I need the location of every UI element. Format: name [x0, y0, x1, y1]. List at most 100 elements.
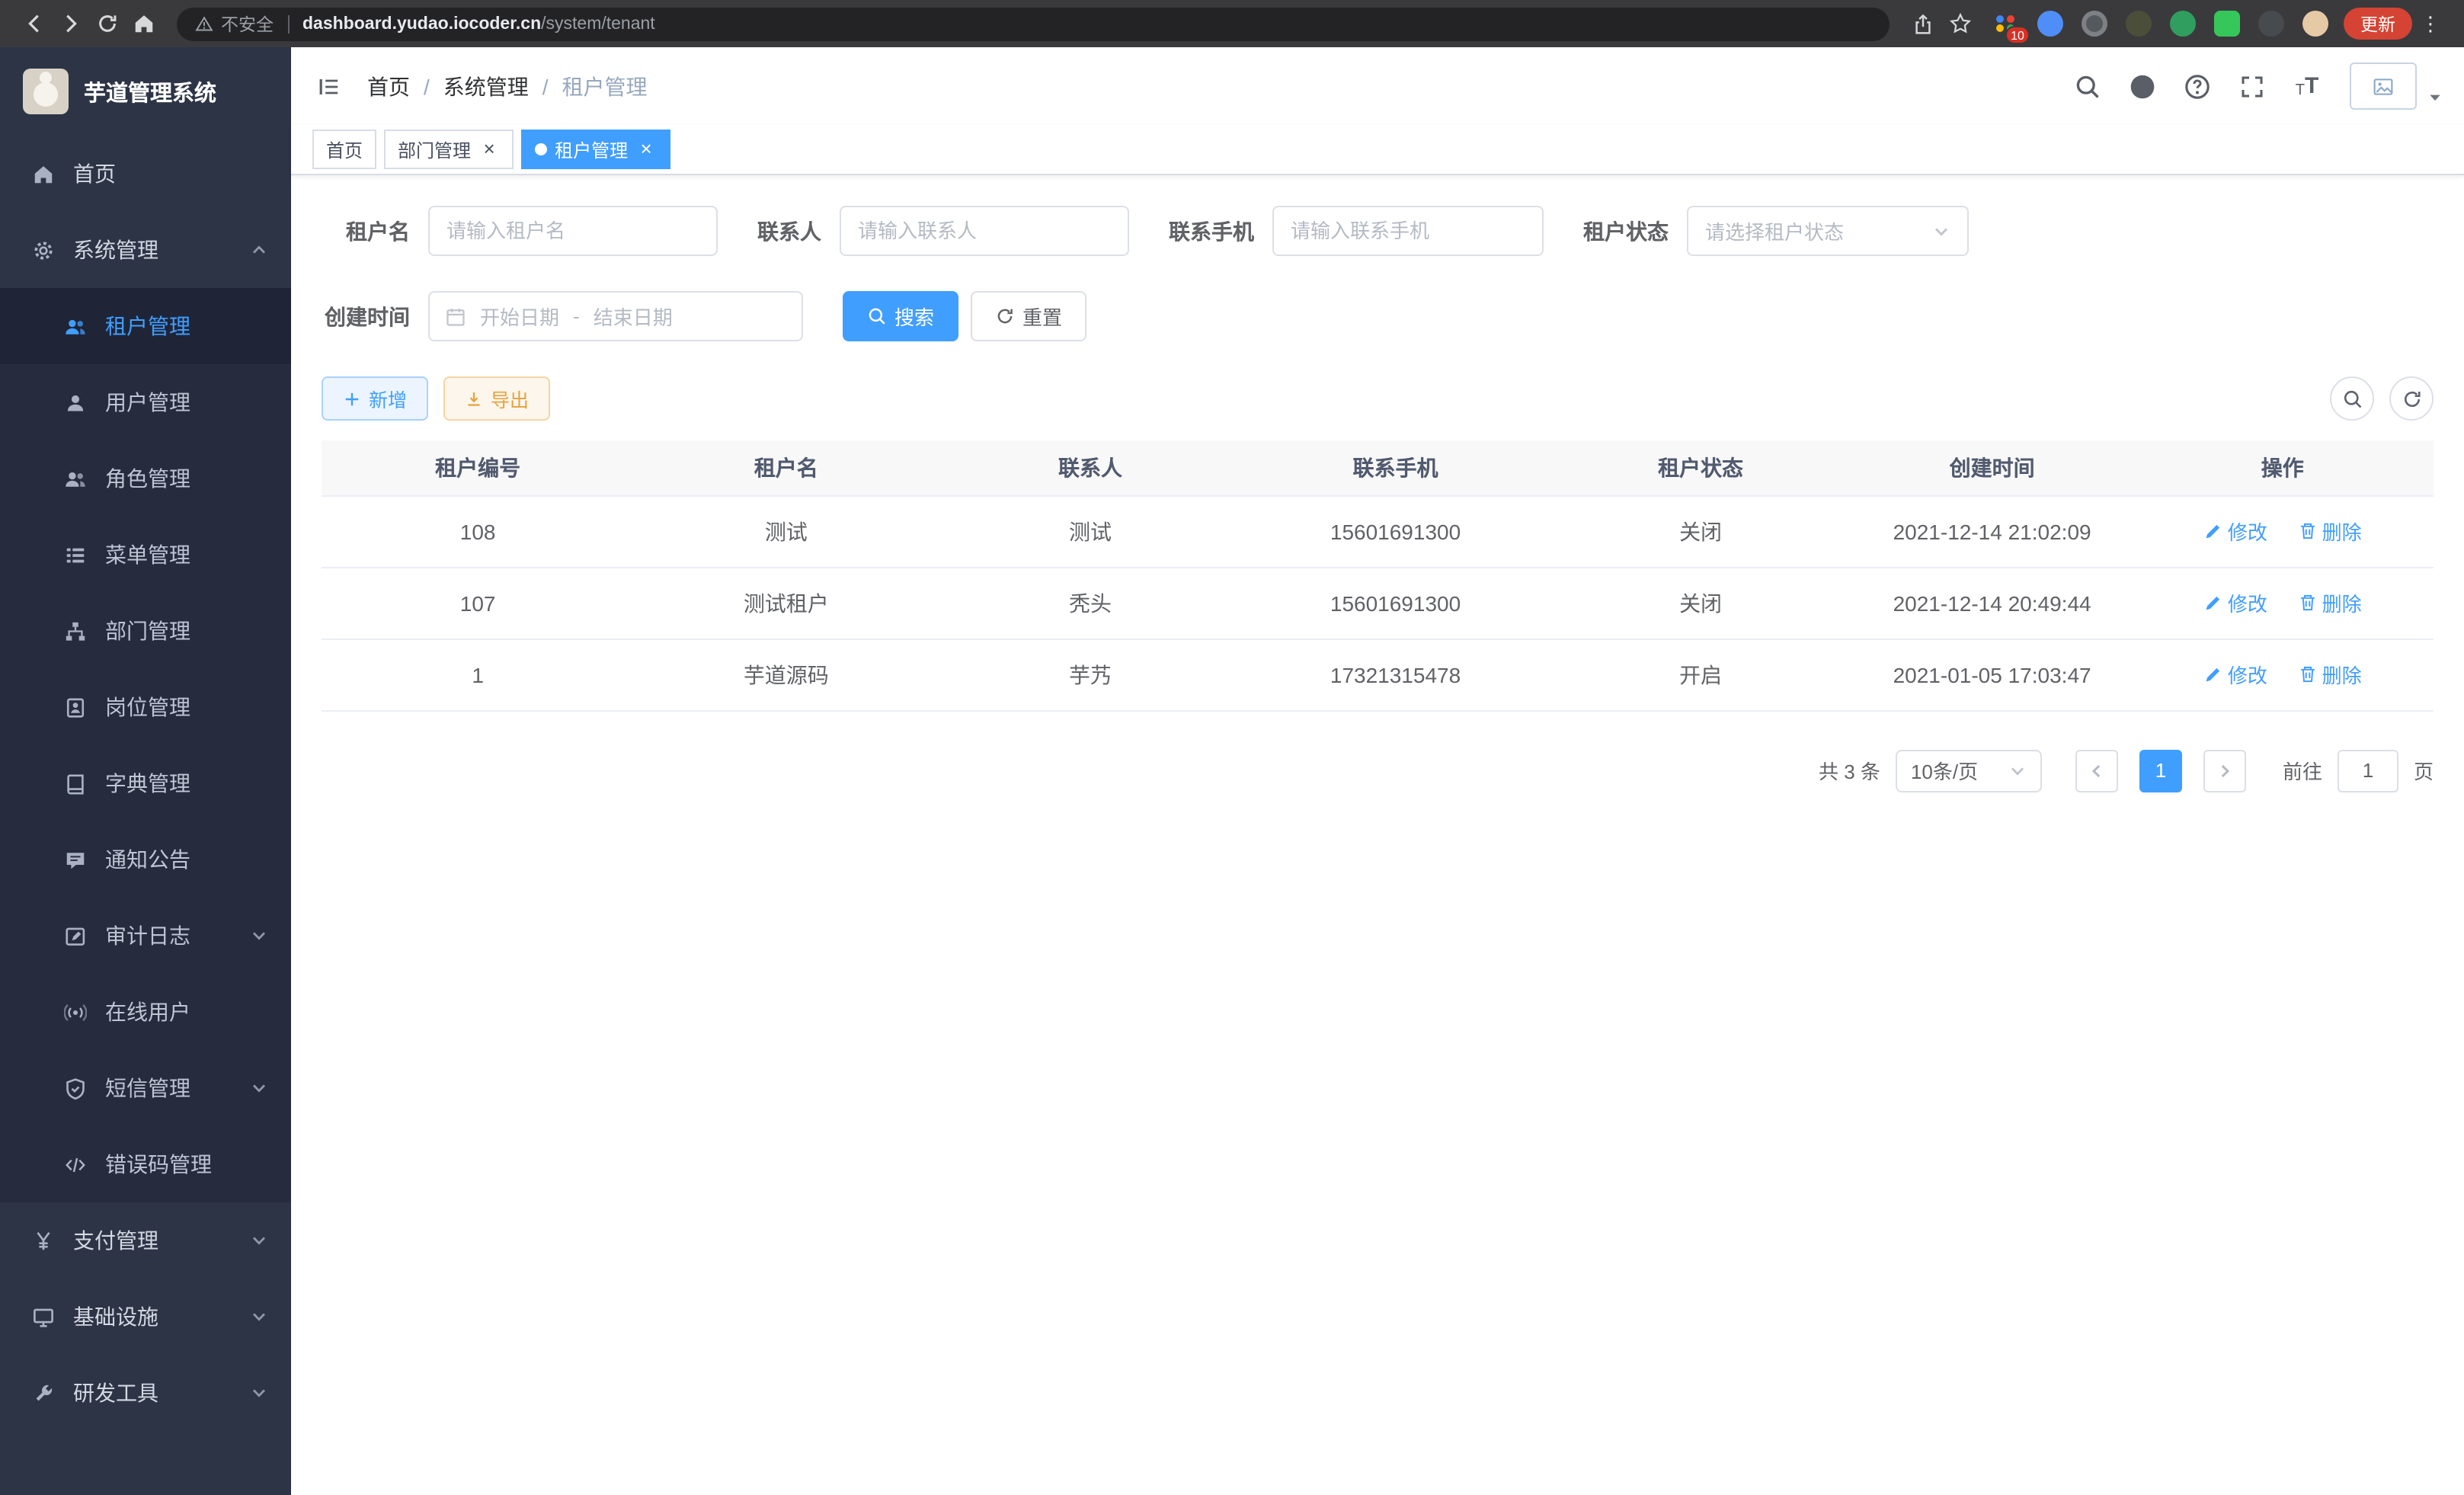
date-end-placeholder: 结束日期 — [594, 302, 673, 331]
caret-down-icon[interactable] — [2427, 89, 2443, 104]
delete-link[interactable]: 删除 — [2298, 588, 2362, 617]
export-button[interactable]: 导出 — [443, 376, 550, 421]
delete-link[interactable]: 删除 — [2298, 517, 2362, 546]
extension-icon-green-circle[interactable] — [2170, 11, 2196, 37]
sidebar-item-dev-tools[interactable]: 研发工具 — [0, 1355, 291, 1431]
sidebar-item-infra[interactable]: 基础设施 — [0, 1279, 291, 1355]
home-icon — [32, 162, 55, 185]
extension-icon-blue[interactable] — [2037, 11, 2063, 37]
delete-link[interactable]: 删除 — [2298, 660, 2362, 689]
refresh-icon — [2401, 388, 2422, 409]
share-icon — [1912, 13, 1934, 34]
chrome-update-button[interactable]: 更新 — [2344, 8, 2412, 40]
url-domain: dashboard.yudao.iocoder.cn — [302, 14, 541, 33]
edit-link[interactable]: 修改 — [2203, 517, 2267, 546]
extension-icon-dark[interactable] — [2258, 11, 2284, 37]
toggle-search-button[interactable] — [2330, 376, 2374, 421]
fullscreen-button[interactable] — [2228, 60, 2277, 112]
avatar[interactable] — [2350, 62, 2417, 110]
table-row: 108 测试 测试 15601691300 关闭 2021-12-14 21:0… — [322, 495, 2434, 567]
chevron-left-icon — [2088, 761, 2106, 780]
browser-forward-button[interactable] — [52, 5, 88, 42]
refresh-table-button[interactable] — [2389, 376, 2434, 421]
create-time-range-picker[interactable]: 开始日期 - 结束日期 — [428, 291, 803, 341]
sidebar-item-post[interactable]: 岗位管理 — [0, 669, 291, 745]
breadcrumb-home[interactable]: 首页 — [367, 71, 410, 101]
back-arrow-icon — [22, 12, 45, 35]
close-icon[interactable]: × — [478, 139, 500, 160]
next-page-button[interactable] — [2203, 749, 2246, 792]
page-size-select[interactable]: 10条/页 — [1896, 749, 2042, 792]
app-logo[interactable]: 芋道管理系统 — [0, 47, 291, 136]
security-warning[interactable]: 不安全 — [195, 11, 274, 36]
browser-back-button[interactable] — [15, 5, 52, 42]
sidebar-item-audit-log[interactable]: 审计日志 — [0, 898, 291, 974]
sidebar-item-sms[interactable]: 短信管理 — [0, 1050, 291, 1126]
sidebar-item-user[interactable]: 用户管理 — [0, 364, 291, 440]
sidebar-item-tenant[interactable]: 租户管理 — [0, 288, 291, 364]
col-status: 租户状态 — [1549, 440, 1853, 495]
page-number-button[interactable]: 1 — [2139, 749, 2182, 792]
edit-link[interactable]: 修改 — [2203, 588, 2267, 617]
tenant-name-input[interactable] — [446, 219, 699, 242]
search-button[interactable]: 搜索 — [843, 291, 958, 341]
trash-icon — [2298, 593, 2318, 613]
browser-home-button[interactable] — [125, 5, 162, 42]
header-search-button[interactable] — [2063, 60, 2112, 112]
sidebar-item-dept[interactable]: 部门管理 — [0, 593, 291, 669]
sidebar-item-online-users[interactable]: 在线用户 — [0, 974, 291, 1050]
col-contact: 联系人 — [938, 440, 1242, 495]
sidebar-item-home[interactable]: 首页 — [0, 136, 291, 212]
sidebar-item-system[interactable]: 系统管理 — [0, 212, 291, 288]
address-bar[interactable]: 不安全 dashboard.yudao.iocoder.cn/system/te… — [177, 7, 1890, 40]
close-icon[interactable]: × — [635, 139, 657, 160]
sms-shield-icon — [64, 1077, 87, 1100]
tenant-status-select[interactable]: 请选择租户状态 — [1687, 206, 1969, 256]
browser-profile-avatar[interactable] — [2302, 11, 2328, 37]
github-button[interactable] — [2118, 60, 2167, 112]
url-path: /system/tenant — [541, 14, 655, 33]
breadcrumb-system[interactable]: 系统管理 — [443, 71, 529, 101]
sidebar-toggle-button[interactable] — [291, 47, 367, 125]
phone-input[interactable] — [1291, 219, 1525, 242]
sidebar-item-menu[interactable]: 菜单管理 — [0, 517, 291, 593]
extension-icon-ring[interactable] — [2082, 11, 2107, 37]
sidebar-item-payment[interactable]: 支付管理 — [0, 1202, 291, 1279]
bookmark-button[interactable] — [1941, 5, 1978, 42]
font-size-icon: T — [2296, 82, 2305, 98]
sidebar-item-notice[interactable]: 通知公告 — [0, 821, 291, 898]
gear-icon — [32, 238, 55, 261]
chevron-down-icon — [250, 1079, 268, 1097]
share-button[interactable] — [1905, 5, 1941, 42]
edit-link[interactable]: 修改 — [2203, 660, 2267, 689]
browser-menu-icon[interactable]: ⋮ — [2412, 5, 2449, 42]
tab-tenant[interactable]: 租户管理× — [521, 130, 670, 169]
home-icon — [132, 12, 155, 35]
add-button[interactable]: 新增 — [322, 376, 428, 421]
sidebar-item-dict[interactable]: 字典管理 — [0, 745, 291, 821]
prev-page-button[interactable] — [2075, 749, 2118, 792]
extension-icon-olive[interactable] — [2126, 11, 2152, 37]
main-panel: 首页 / 系统管理 / 租户管理 TT 首页 — [291, 47, 2464, 1495]
warning-icon — [195, 14, 213, 33]
tab-home[interactable]: 首页 — [312, 130, 376, 169]
system-submenu: 租户管理 用户管理 角色管理 菜单管理 — [0, 288, 291, 1202]
reset-button[interactable]: 重置 — [971, 291, 1086, 341]
sidebar-item-role[interactable]: 角色管理 — [0, 440, 291, 517]
extension-icon-colorful[interactable]: 10 — [1993, 11, 2019, 37]
tab-dept[interactable]: 部门管理× — [384, 130, 514, 169]
contact-input[interactable] — [858, 219, 1111, 242]
navbar-actions: TT — [2063, 60, 2443, 112]
goto-page-input[interactable] — [2338, 749, 2398, 792]
table-header-row: 租户编号 租户名 联系人 联系手机 租户状态 创建时间 操作 — [322, 440, 2434, 495]
sidebar-item-error-code[interactable]: 错误码管理 — [0, 1126, 291, 1202]
filter-tenant-name: 租户名 — [322, 206, 718, 256]
help-button[interactable] — [2173, 60, 2222, 112]
tenant-users-icon — [64, 315, 87, 338]
fold-menu-icon — [317, 74, 341, 98]
plus-icon — [343, 389, 361, 408]
font-size-button[interactable]: TT — [2283, 60, 2331, 112]
dict-book-icon — [64, 772, 87, 795]
browser-reload-button[interactable] — [88, 5, 125, 42]
extension-icon-green-square[interactable] — [2214, 11, 2240, 37]
